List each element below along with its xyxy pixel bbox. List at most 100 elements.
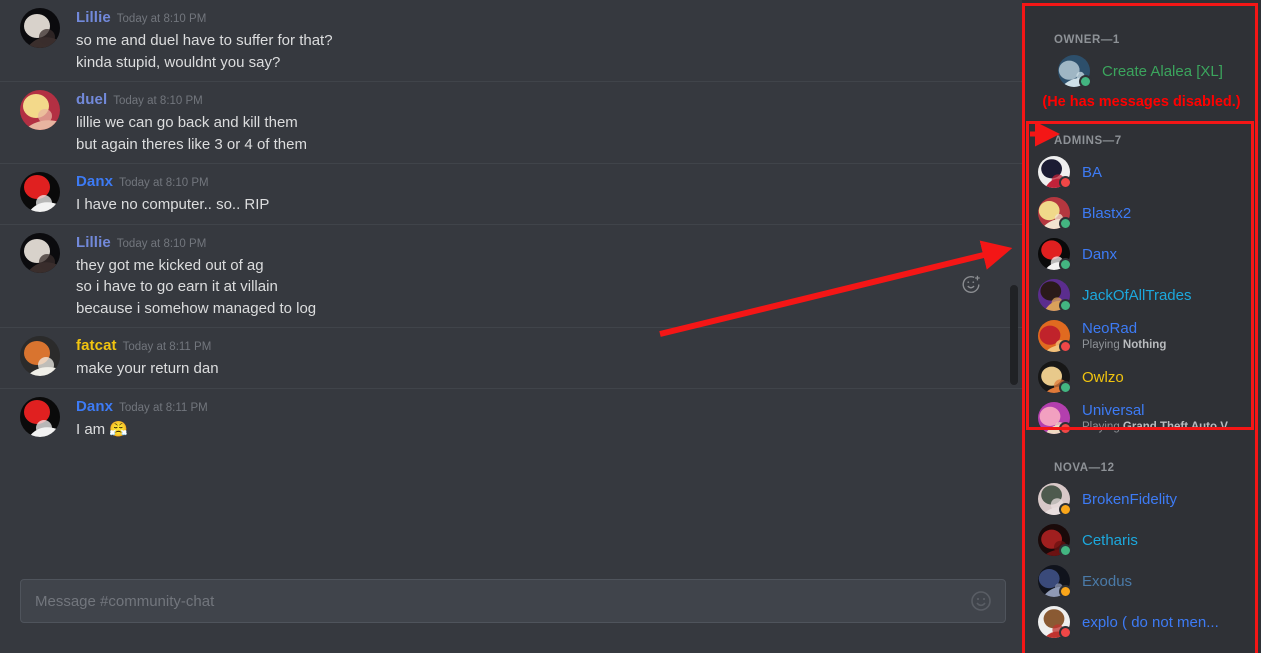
member-avatar[interactable]: [1038, 320, 1072, 353]
status-indicator-online: [1059, 258, 1072, 271]
message-input[interactable]: Message #community-chat: [20, 579, 1006, 623]
member-text: BrokenFidelity: [1082, 491, 1177, 508]
add-reaction-icon[interactable]: [960, 273, 982, 295]
member-name[interactable]: NeoRad: [1082, 320, 1166, 337]
member-text: Blastx2: [1082, 205, 1131, 222]
member-avatar[interactable]: [1038, 361, 1072, 394]
member-name[interactable]: BA: [1082, 164, 1102, 181]
activity-prefix: Playing: [1082, 421, 1120, 433]
member-avatar[interactable]: [1038, 279, 1072, 312]
member-activity: Playing Grand Theft Auto V: [1082, 420, 1228, 434]
message-text: so me and duel have to suffer for that?: [76, 32, 333, 49]
member-avatar[interactable]: [1038, 402, 1072, 435]
member-list-item[interactable]: NeoRad Playing Nothing: [1030, 316, 1253, 356]
chat-message[interactable]: Lillie Today at 8:10 PM so me and duel hav…: [0, 0, 1022, 81]
member-list[interactable]: OWNER—1 Create Alalea [XL] (He has message…: [1022, 0, 1261, 653]
message-author[interactable]: Danx: [76, 398, 113, 415]
chat-message[interactable]: fatcat Today at 8:11 PM make your return d…: [0, 327, 1022, 388]
member-avatar[interactable]: [1038, 606, 1072, 639]
member-list-item[interactable]: explo ( do not men...: [1030, 602, 1253, 642]
member-name[interactable]: Owlzo: [1082, 369, 1124, 386]
member-text: Exodus: [1082, 573, 1132, 590]
message-author[interactable]: fatcat: [76, 337, 117, 354]
member-text: NeoRad Playing Nothing: [1082, 320, 1166, 352]
member-list-item[interactable]: BrokenFidelity: [1030, 479, 1253, 519]
status-indicator-online: [1059, 299, 1072, 312]
message-text: I have no computer.. so.. RIP: [76, 196, 270, 213]
message-text: lillie we can go back and kill them: [76, 114, 298, 131]
member-name[interactable]: Cetharis: [1082, 532, 1138, 549]
member-avatar[interactable]: [1038, 156, 1072, 189]
message-author[interactable]: Lillie: [76, 9, 111, 26]
message-body: Lillie Today at 8:10 PM they got me kicked…: [76, 233, 1002, 320]
message-header: Lillie Today at 8:10 PM: [76, 8, 1002, 29]
member-name[interactable]: Universal: [1082, 402, 1228, 419]
message-author[interactable]: duel: [76, 91, 107, 108]
message-author[interactable]: Lillie: [76, 234, 111, 251]
message-body: Danx Today at 8:11 PM I am 😤: [76, 397, 1002, 441]
member-avatar[interactable]: [1038, 238, 1072, 271]
status-indicator-online: [1059, 217, 1072, 230]
message-list[interactable]: Lillie Today at 8:10 PM so me and duel hav…: [0, 0, 1022, 567]
message-header: Lillie Today at 8:10 PM: [76, 233, 1002, 254]
member-name[interactable]: Danx: [1082, 246, 1117, 263]
member-avatar[interactable]: [1058, 55, 1092, 88]
member-list-item[interactable]: Danx: [1030, 234, 1253, 274]
member-group-header[interactable]: OWNER—1: [1022, 0, 1261, 50]
member-avatar[interactable]: [1038, 483, 1072, 516]
message-timestamp: Today at 8:10 PM: [113, 95, 203, 107]
message-avatar[interactable]: [20, 232, 60, 273]
member-text: Danx: [1082, 246, 1117, 263]
message-author[interactable]: Danx: [76, 173, 113, 190]
message-avatar[interactable]: [20, 336, 60, 376]
chat-message[interactable]: Danx Today at 8:11 PM I am 😤: [0, 387, 1022, 449]
member-name[interactable]: Create Alalea [XL]: [1102, 63, 1223, 80]
member-name[interactable]: explo ( do not men...: [1082, 614, 1219, 631]
member-avatar[interactable]: [1038, 565, 1072, 598]
activity-prefix: Playing: [1082, 339, 1120, 351]
discord-window: Lillie Today at 8:10 PM so me and duel hav…: [0, 0, 1261, 653]
chat-message[interactable]: duel Today at 8:10 PM lillie we can go bac…: [0, 81, 1022, 163]
message-avatar[interactable]: [20, 90, 60, 130]
member-list-item[interactable]: Universal Playing Grand Theft Auto V: [1030, 398, 1253, 438]
member-list-item[interactable]: Owlzo: [1030, 357, 1253, 397]
member-list-item[interactable]: Blastx2: [1030, 193, 1253, 233]
message-avatar[interactable]: [20, 172, 60, 212]
member-avatar[interactable]: [1038, 524, 1072, 557]
member-group-header[interactable]: NOVA—12: [1022, 438, 1261, 478]
member-group-header[interactable]: ADMINS—7: [1022, 111, 1261, 151]
chat-scrollbar[interactable]: [1010, 285, 1018, 385]
member-list-item[interactable]: Exodus: [1030, 561, 1253, 601]
message-avatar[interactable]: [20, 396, 60, 437]
member-list-item[interactable]: BA: [1030, 152, 1253, 192]
message-header: Danx Today at 8:10 PM: [76, 172, 1002, 193]
member-list-item[interactable]: Create Alalea [XL]: [1030, 51, 1253, 91]
member-name[interactable]: Exodus: [1082, 573, 1132, 590]
owner-messages-disabled-note: (He has messages disabled.): [1042, 94, 1241, 110]
member-text: Universal Playing Grand Theft Auto V: [1082, 402, 1228, 434]
member-avatar[interactable]: [1038, 197, 1072, 230]
message-body: Lillie Today at 8:10 PM so me and duel hav…: [76, 8, 1002, 73]
member-name[interactable]: JackOfAllTrades: [1082, 287, 1191, 304]
chat-message[interactable]: Danx Today at 8:10 PM I have no computer..…: [0, 163, 1022, 224]
chat-message[interactable]: Lillie Today at 8:10 PM they got me kicked…: [0, 223, 1022, 328]
message-input-placeholder: Message #community-chat: [35, 592, 215, 610]
message-avatar[interactable]: [20, 8, 60, 48]
message-body: fatcat Today at 8:11 PM make your return d…: [76, 336, 1002, 380]
member-name[interactable]: BrokenFidelity: [1082, 491, 1177, 508]
activity-game: Nothing: [1122, 339, 1167, 351]
message-text: so i have to go earn it at villain: [76, 278, 278, 295]
message-composer: Message #community-chat: [0, 567, 1022, 653]
message-body: Danx Today at 8:10 PM I have no computer..…: [76, 172, 1002, 216]
member-name[interactable]: Blastx2: [1082, 205, 1131, 222]
emoji-picker-icon[interactable]: [969, 589, 993, 613]
status-indicator-online: [1059, 544, 1072, 557]
message-body: duel Today at 8:10 PM lillie we can go bac…: [76, 90, 1002, 155]
message-header: fatcat Today at 8:11 PM: [76, 336, 1002, 357]
message-text: but again theres like 3 or 4 of them: [76, 135, 307, 153]
member-text: Create Alalea [XL]: [1102, 63, 1223, 80]
member-list-item[interactable]: Cetharis: [1030, 520, 1253, 560]
message-timestamp: Today at 8:10 PM: [119, 177, 209, 189]
message-text: make your return dan: [76, 360, 219, 377]
member-list-item[interactable]: JackOfAllTrades: [1030, 275, 1253, 315]
